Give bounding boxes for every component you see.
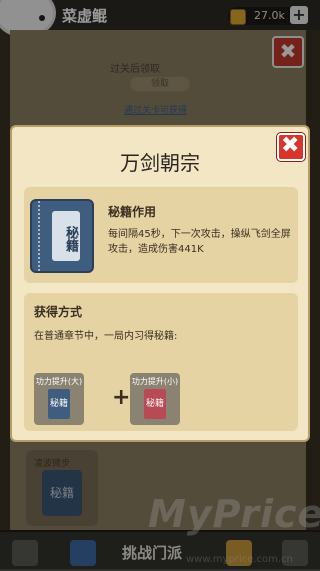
skill-book-icon: 秘籍: [30, 199, 94, 273]
effect-description: 每间隔45秒，下一次攻击，操纵飞剑全屏攻击，造成伤害441K: [108, 229, 291, 255]
obtain-card: 获得方式 在普通章节中，一局内习得秘籍: 功力提升(大) 秘籍 + 功力提升(小…: [24, 293, 298, 431]
plus-icon: +: [112, 385, 131, 410]
item-power-up-small[interactable]: 功力提升(小) 秘籍: [130, 373, 180, 425]
item-label: 功力提升(大): [35, 377, 83, 386]
red-book-icon: 秘籍: [144, 389, 166, 419]
close-button[interactable]: ✖: [277, 133, 305, 161]
close-icon: ✖: [281, 133, 300, 158]
obtain-heading: 获得方式: [34, 305, 83, 319]
book-label: 秘籍: [52, 211, 80, 261]
blue-book-icon: 秘籍: [48, 389, 70, 419]
skill-book-dialog: 万剑朝宗 ✖ 秘籍 秘籍作用 每间隔45秒，下一次攻击，操纵飞剑全屏攻击，造成伤…: [10, 125, 310, 442]
effect-card: 秘籍 秘籍作用 每间隔45秒，下一次攻击，操纵飞剑全屏攻击，造成伤害441K: [24, 187, 298, 283]
effect-heading: 秘籍作用: [108, 205, 157, 219]
obtain-description: 在普通章节中，一局内习得秘籍:: [34, 331, 178, 342]
item-power-up-large[interactable]: 功力提升(大) 秘籍: [34, 373, 84, 425]
dialog-title: 万剑朝宗: [120, 151, 200, 175]
item-label: 功力提升(小): [131, 377, 179, 386]
